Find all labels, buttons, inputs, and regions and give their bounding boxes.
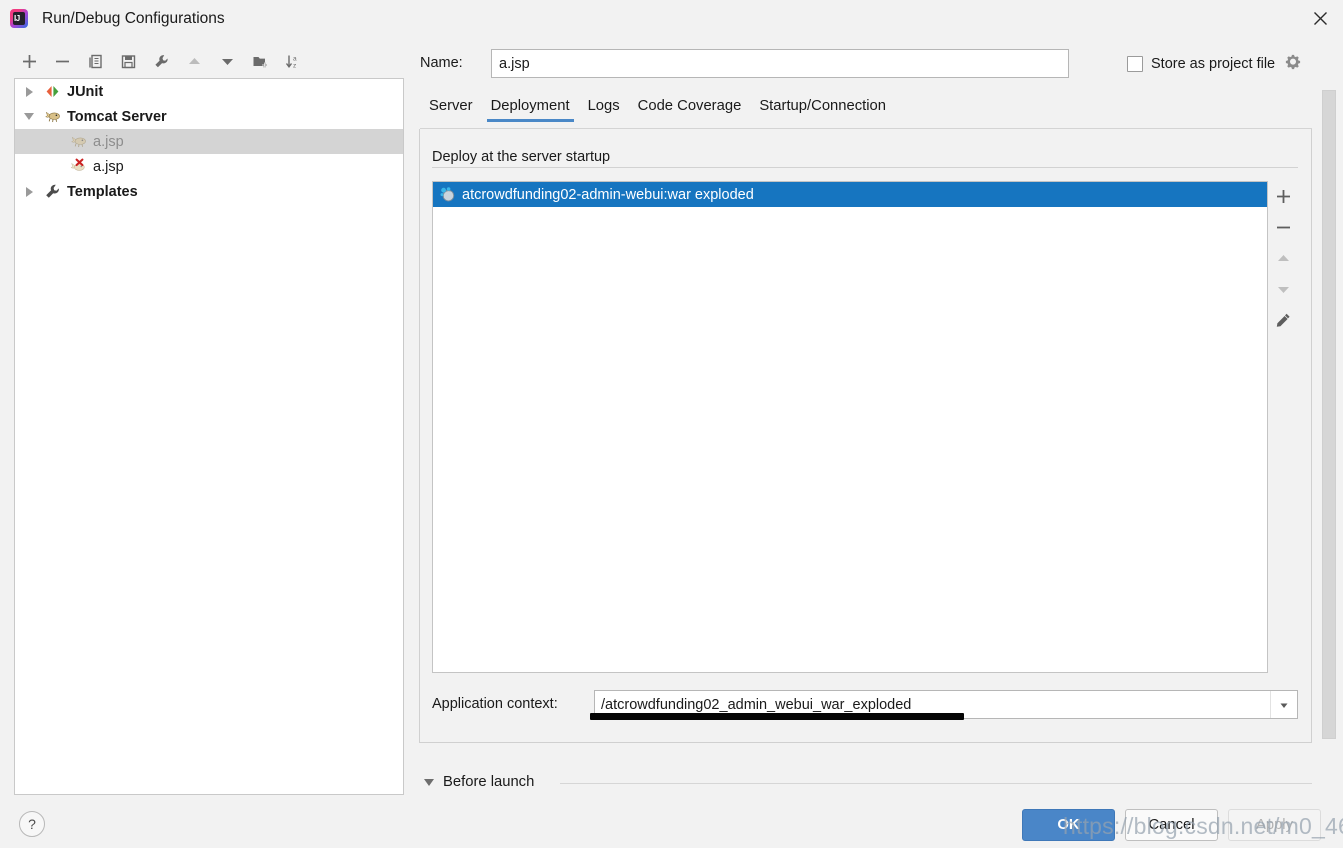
configurations-toolbar: a z xyxy=(14,46,404,76)
gear-icon[interactable] xyxy=(1285,54,1301,73)
move-artifact-down-button[interactable] xyxy=(1268,274,1299,305)
svg-text:z: z xyxy=(293,62,296,69)
name-input[interactable] xyxy=(491,49,1069,78)
deployment-list-item[interactable]: atcrowdfunding02-admin-webui:war explode… xyxy=(433,182,1267,207)
cancel-button[interactable]: Cancel xyxy=(1125,809,1218,841)
deployment-list-toolbar xyxy=(1268,181,1299,673)
deployment-artifacts-list[interactable]: atcrowdfunding02-admin-webui:war explode… xyxy=(432,181,1268,673)
redaction-bar xyxy=(590,713,964,720)
add-configuration-button[interactable] xyxy=(14,47,45,75)
tomcat-icon-faded xyxy=(69,133,87,151)
tree-item-ajsp-error[interactable]: a.jsp xyxy=(15,154,403,179)
deploy-group-title: Deploy at the server startup xyxy=(432,149,619,165)
new-folder-button[interactable] xyxy=(245,47,276,75)
chevron-down-icon[interactable] xyxy=(1270,691,1297,718)
application-context-label: Application context: xyxy=(432,696,558,712)
settings-tabs: Server Deployment Logs Code Coverage Sta… xyxy=(420,98,895,122)
before-launch-separator xyxy=(560,783,1312,784)
sort-alphabetically-button[interactable]: a z xyxy=(278,47,309,75)
before-launch-label: Before launch xyxy=(443,774,535,790)
name-label: Name: xyxy=(420,55,463,71)
dialog-button-bar: OK Cancel Apply xyxy=(1022,809,1321,841)
deploy-group-separator xyxy=(432,167,1298,168)
edit-artifact-button[interactable] xyxy=(1268,305,1299,336)
save-configuration-button[interactable] xyxy=(113,47,144,75)
tree-item-label: Tomcat Server xyxy=(67,108,167,125)
configurations-tree[interactable]: JUnit Tomcat Server a.jsp a.jsp Template… xyxy=(14,78,404,795)
move-down-button[interactable] xyxy=(212,47,243,75)
intellij-idea-logo: IJ xyxy=(8,8,30,30)
tomcat-icon-error xyxy=(69,158,87,176)
store-as-project-file-row[interactable]: Store as project file xyxy=(1127,54,1301,73)
tree-item-junit[interactable]: JUnit xyxy=(15,79,403,104)
move-up-button[interactable] xyxy=(179,47,210,75)
wrench-icon xyxy=(43,183,61,201)
tab-startup-connection[interactable]: Startup/Connection xyxy=(750,98,895,122)
close-icon[interactable] xyxy=(1297,0,1343,37)
tomcat-icon xyxy=(43,108,61,126)
store-as-project-file-checkbox[interactable] xyxy=(1127,55,1143,72)
tree-item-label: JUnit xyxy=(67,83,104,100)
help-button[interactable]: ? xyxy=(19,811,45,837)
ok-button[interactable]: OK xyxy=(1022,809,1115,841)
edit-templates-button[interactable] xyxy=(146,47,177,75)
tree-item-label: a.jsp xyxy=(93,158,124,175)
tree-item-label: a.jsp xyxy=(93,133,124,150)
tree-item-ajsp-selected[interactable]: a.jsp xyxy=(15,129,403,154)
tree-item-tomcat-server[interactable]: Tomcat Server xyxy=(15,104,403,129)
tab-code-coverage[interactable]: Code Coverage xyxy=(629,98,751,122)
remove-configuration-button[interactable] xyxy=(47,47,78,75)
chevron-right-icon[interactable] xyxy=(21,84,37,100)
store-as-project-file-label: Store as project file xyxy=(1151,55,1276,72)
chevron-right-icon[interactable] xyxy=(21,184,37,200)
add-artifact-button[interactable] xyxy=(1268,181,1299,212)
chevron-down-icon[interactable] xyxy=(21,109,37,125)
tab-logs[interactable]: Logs xyxy=(579,98,629,122)
window-title: Run/Debug Configurations xyxy=(42,10,225,27)
apply-button[interactable]: Apply xyxy=(1228,809,1321,841)
title-bar: IJ Run/Debug Configurations xyxy=(0,0,1343,38)
tree-item-label: Templates xyxy=(67,183,138,200)
tab-server[interactable]: Server xyxy=(420,98,482,122)
move-artifact-up-button[interactable] xyxy=(1268,243,1299,274)
junit-icon xyxy=(43,83,61,101)
tree-item-templates[interactable]: Templates xyxy=(15,179,403,204)
artifact-icon xyxy=(438,186,456,204)
svg-text:a: a xyxy=(293,55,297,62)
deployment-list-item-label: atcrowdfunding02-admin-webui:war explode… xyxy=(462,186,754,203)
triangle-down-icon[interactable] xyxy=(424,778,434,786)
remove-artifact-button[interactable] xyxy=(1268,212,1299,243)
before-launch-section[interactable]: Before launch xyxy=(424,774,534,790)
scrollbar-thumb[interactable] xyxy=(1322,90,1336,739)
tab-deployment[interactable]: Deployment xyxy=(482,98,579,122)
copy-configuration-button[interactable] xyxy=(80,47,111,75)
